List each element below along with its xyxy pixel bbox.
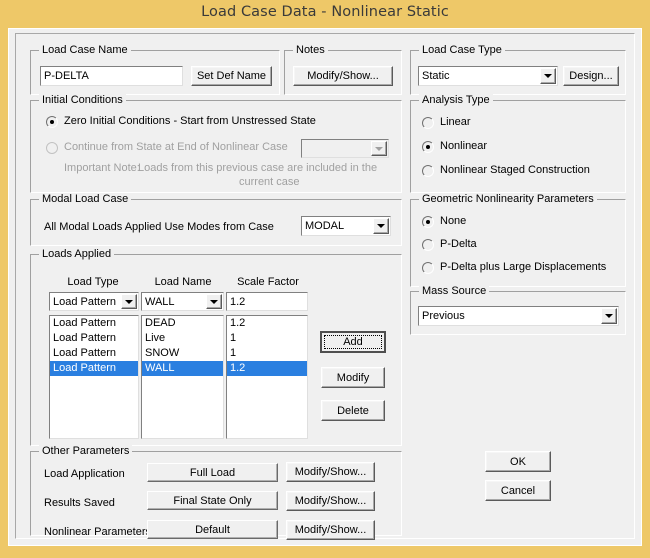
list-item-selected[interactable]: 1.2: [227, 361, 307, 376]
label-analysis-nonlinear-staged: Nonlinear Staged Construction: [440, 164, 590, 176]
list-item[interactable]: SNOW: [142, 346, 223, 361]
design-button[interactable]: Design...: [563, 66, 619, 86]
label-geonl-pdelta: P-Delta: [440, 238, 477, 250]
cancel-button[interactable]: Cancel: [485, 480, 551, 501]
continue-case-combo[interactable]: [301, 139, 389, 158]
chevron-down-icon-load-type[interactable]: [121, 294, 137, 309]
radio-continue-from-state[interactable]: [46, 142, 58, 154]
column-header-load-type: Load Type: [67, 276, 119, 288]
radio-analysis-linear[interactable]: [422, 117, 434, 129]
list-item[interactable]: Load Pattern: [50, 346, 138, 361]
label-important-note-line1: Loads from this previous case are includ…: [138, 162, 378, 174]
label-load-application: Load Application: [44, 468, 125, 480]
chevron-down-icon-mass-source[interactable]: [601, 308, 617, 324]
radio-analysis-nonlinear-staged[interactable]: [422, 165, 434, 177]
load-name-combo[interactable]: WALL: [141, 292, 224, 311]
value-load-application: Full Load: [147, 463, 278, 482]
loads-list-load-name[interactable]: DEAD Live SNOW WALL: [141, 315, 224, 439]
list-item[interactable]: 1: [227, 331, 307, 346]
label-geonl-pdelta-large-disp: P-Delta plus Large Displacements: [440, 261, 607, 273]
chevron-down-icon-load-name[interactable]: [206, 294, 222, 309]
dialog-title: Load Case Data - Nonlinear Static: [201, 4, 449, 20]
value-results-saved: Final State Only: [147, 491, 278, 510]
nonlinear-parameters-modify-show-button[interactable]: Modify/Show...: [286, 520, 375, 540]
group-label-modal-load-case: Modal Load Case: [39, 193, 132, 205]
list-item-selected[interactable]: WALL: [142, 361, 223, 376]
load-type-value: Load Pattern: [53, 295, 116, 308]
radio-geonl-pdelta-large-disp[interactable]: [422, 262, 434, 274]
column-header-scale-factor: Scale Factor: [237, 276, 299, 288]
list-item[interactable]: Live: [142, 331, 223, 346]
group-label-analysis-type: Analysis Type: [419, 94, 493, 106]
group-label-mass-source: Mass Source: [419, 285, 490, 297]
value-nonlinear-parameters: Default: [147, 520, 278, 539]
group-label-load-case-name: Load Case Name: [39, 44, 131, 56]
list-item[interactable]: Load Pattern: [50, 316, 138, 331]
chevron-down-icon[interactable]: [540, 68, 556, 84]
results-saved-modify-show-button[interactable]: Modify/Show...: [286, 491, 375, 511]
load-case-type-value: Static: [422, 70, 450, 82]
load-application-modify-show-button[interactable]: Modify/Show...: [286, 462, 375, 482]
group-label-notes: Notes: [293, 44, 328, 56]
group-label-load-case-type: Load Case Type: [419, 44, 505, 56]
radio-zero-initial-conditions[interactable]: [46, 116, 58, 128]
label-important-note-line2: current case: [239, 176, 300, 188]
label-analysis-linear: Linear: [440, 116, 471, 128]
radio-geonl-pdelta[interactable]: [422, 239, 434, 251]
list-item[interactable]: DEAD: [142, 316, 223, 331]
focus-rectangle: [324, 335, 382, 349]
group-label-initial-conditions: Initial Conditions: [39, 94, 126, 106]
scale-factor-input[interactable]: 1.2: [226, 292, 308, 311]
modal-load-case-value: MODAL: [305, 220, 345, 232]
dialog-window: Load Case Data - Nonlinear Static Load C…: [0, 0, 650, 558]
list-item-selected[interactable]: Load Pattern: [50, 361, 138, 376]
radio-analysis-nonlinear[interactable]: [422, 141, 434, 153]
label-zero-initial-conditions: Zero Initial Conditions - Start from Uns…: [64, 115, 316, 127]
title-bar: Load Case Data - Nonlinear Static: [0, 0, 650, 28]
load-name-value: WALL: [145, 295, 175, 308]
dialog-client-area: Load Case Name P-DELTA Set Def Name Note…: [8, 28, 642, 546]
load-type-combo[interactable]: Load Pattern: [49, 292, 139, 311]
chevron-down-icon-continue[interactable]: [371, 141, 387, 156]
mass-source-combo[interactable]: Previous: [418, 306, 619, 326]
list-item[interactable]: 1.2: [227, 316, 307, 331]
label-results-saved: Results Saved: [44, 497, 115, 509]
label-modal-load-case: All Modal Loads Applied Use Modes from C…: [44, 221, 274, 233]
loads-list-scale-factor[interactable]: 1.2 1 1 1.2: [226, 315, 308, 439]
chevron-down-icon-modal[interactable]: [373, 218, 389, 234]
ok-button[interactable]: OK: [485, 451, 551, 472]
dialog-inner-panel: Load Case Name P-DELTA Set Def Name Note…: [15, 33, 635, 540]
list-item[interactable]: Load Pattern: [50, 331, 138, 346]
label-nonlinear-parameters: Nonlinear Parameters: [44, 526, 151, 538]
modify-load-button[interactable]: Modify: [321, 367, 385, 388]
group-label-other-parameters: Other Parameters: [39, 445, 133, 457]
modal-load-case-combo[interactable]: MODAL: [301, 216, 391, 236]
label-important-note: Important Note:: [64, 162, 140, 174]
mass-source-value: Previous: [422, 310, 465, 322]
label-analysis-nonlinear: Nonlinear: [440, 140, 488, 152]
loads-list-load-type[interactable]: Load Pattern Load Pattern Load Pattern L…: [49, 315, 139, 439]
group-label-loads-applied: Loads Applied: [39, 248, 115, 260]
radio-geonl-none[interactable]: [422, 216, 434, 228]
label-continue-from-state: Continue from State at End of Nonlinear …: [64, 141, 288, 153]
group-label-geometric-nonlinearity: Geometric Nonlinearity Parameters: [419, 193, 597, 205]
set-def-name-button[interactable]: Set Def Name: [191, 66, 272, 86]
load-case-type-combo[interactable]: Static: [418, 66, 558, 86]
delete-load-button[interactable]: Delete: [321, 400, 385, 421]
add-load-button[interactable]: Add: [320, 331, 386, 353]
notes-modify-show-button[interactable]: Modify/Show...: [293, 66, 393, 86]
load-case-name-input[interactable]: P-DELTA: [40, 66, 183, 86]
label-geonl-none: None: [440, 215, 467, 227]
column-header-load-name: Load Name: [154, 276, 212, 288]
list-item[interactable]: 1: [227, 346, 307, 361]
